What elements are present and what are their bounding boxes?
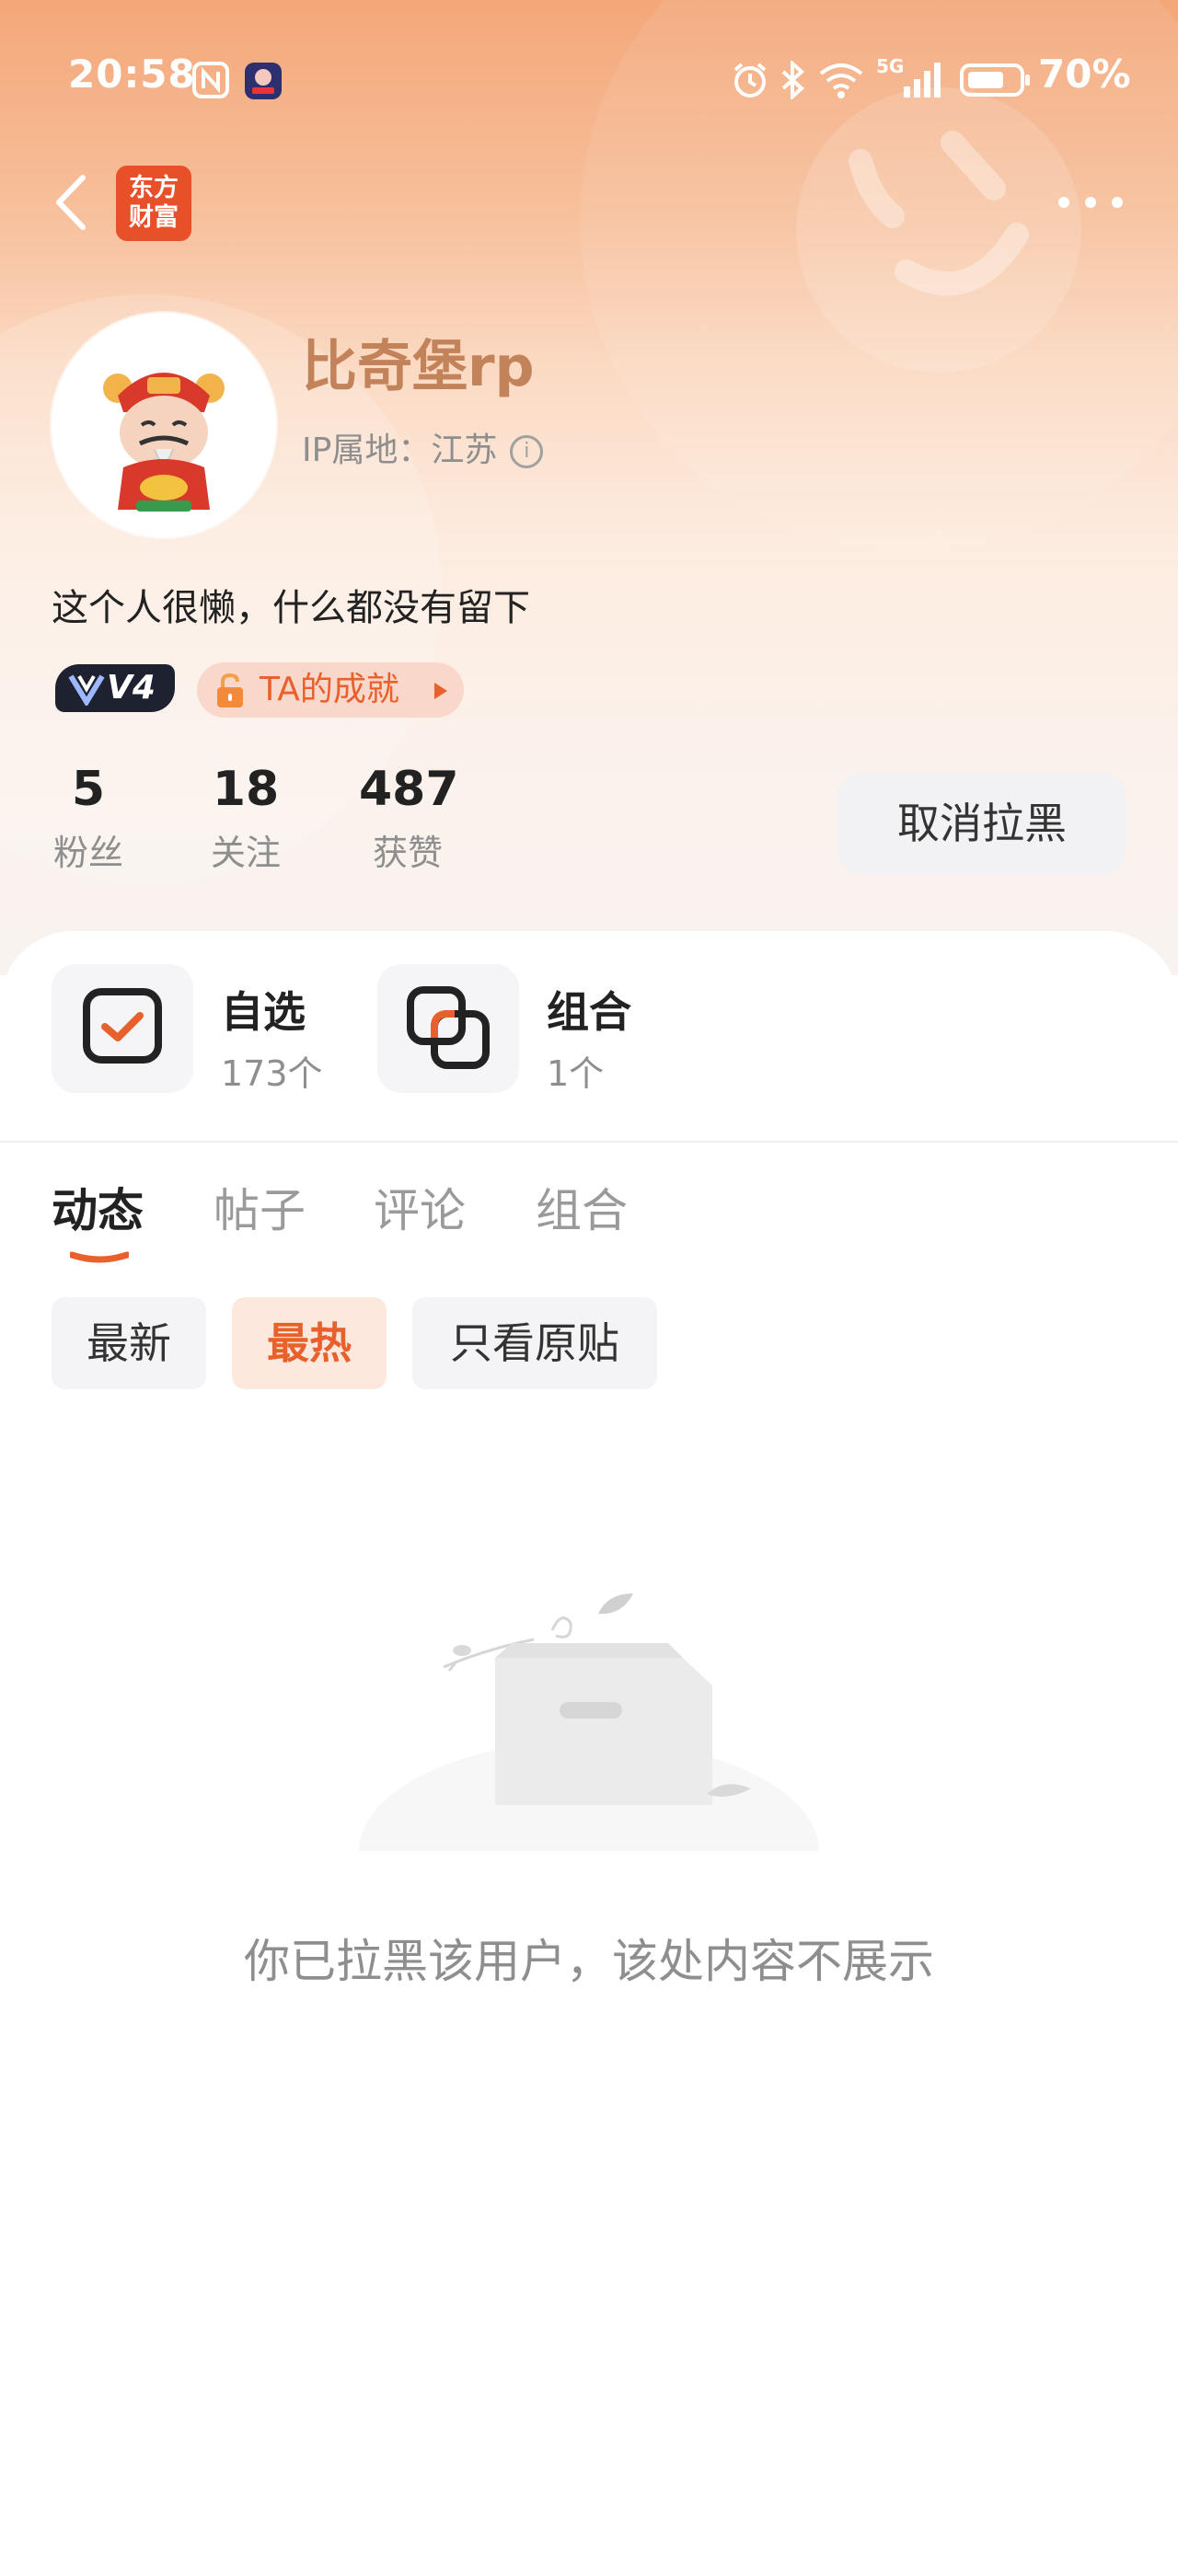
portfolio-title: 组合	[547, 987, 631, 1037]
bluetooth-icon	[779, 59, 806, 103]
blocked-content-message: 你已拉黑该用户，该处内容不展示	[244, 1935, 934, 1988]
portfolio-count: 1个	[547, 1053, 605, 1094]
ip-location: IP属地：江苏 i	[302, 423, 544, 471]
level-v-icon	[68, 672, 105, 719]
more-dots-icon	[1049, 197, 1132, 224]
watchlist-title: 自选	[221, 987, 306, 1037]
achievement-label: TA的成就	[260, 671, 399, 708]
stat-label: 关注	[210, 833, 281, 873]
filter-original-only[interactable]: 只看原贴	[412, 1297, 657, 1389]
watchlist-check-icon	[52, 964, 193, 1093]
chevron-left-icon	[46, 175, 101, 238]
divider	[0, 1141, 1178, 1143]
info-icon[interactable]: i	[510, 435, 544, 468]
stat-label: 获赞	[372, 833, 443, 873]
stat-label: 粉丝	[52, 833, 123, 873]
logo-text-line1: 东方	[129, 174, 179, 202]
watchlist-count: 173个	[221, 1053, 323, 1094]
tab-portfolio[interactable]: 组合	[536, 1174, 628, 1240]
signal-icon	[884, 61, 944, 103]
more-button[interactable]	[1049, 184, 1132, 221]
nfc-icon	[191, 61, 230, 103]
tab-activity[interactable]: 动态	[52, 1174, 144, 1240]
tab-comments[interactable]: 评论	[374, 1174, 466, 1240]
tab-posts[interactable]: 帖子	[214, 1174, 306, 1240]
username: 比奇堡rp	[302, 335, 535, 399]
user-bio: 这个人很懒，什么都没有留下	[52, 587, 530, 629]
portfolio-entry[interactable]: 组合 1个	[377, 964, 672, 1094]
caishen-avatar-icon	[103, 373, 225, 512]
stat-value: 5	[71, 762, 106, 817]
logo-text-line2: 财富	[129, 203, 179, 232]
level-badge[interactable]: V4	[55, 664, 175, 712]
portfolio-stack-icon	[377, 964, 519, 1093]
battery-icon	[959, 61, 1033, 103]
play-arrow-icon	[434, 683, 447, 699]
app-logo: 东方 财富	[116, 166, 191, 241]
unblock-button[interactable]: 取消拉黑	[837, 773, 1126, 874]
stat-value: 18	[212, 762, 280, 817]
watchlist-entry[interactable]: 自选 173个	[52, 964, 346, 1094]
status-bar: 20:58 5G 70%	[0, 0, 1178, 156]
stat-followers[interactable]: 5 粉丝	[52, 762, 125, 875]
content-card: 自选 173个 组合 1个 动态 帖子 评论 组合 最新 最热 只看原贴 你已拉…	[0, 931, 1178, 2576]
stat-likes: 487 获赞	[359, 762, 459, 875]
lock-icon	[214, 672, 247, 727]
battery-percentage: 70%	[1038, 52, 1131, 97]
stat-following[interactable]: 18 关注	[204, 762, 287, 875]
app-notification-icon	[243, 61, 283, 105]
active-tab-indicator	[68, 1249, 131, 1264]
stat-value: 487	[359, 762, 459, 817]
empty-box-icon	[341, 1557, 837, 1961]
alarm-icon	[731, 61, 769, 103]
back-button[interactable]	[46, 170, 101, 235]
status-time: 20:58	[68, 52, 196, 97]
ip-location-text: IP属地：江苏	[302, 431, 498, 469]
filter-hottest[interactable]: 最热	[232, 1297, 387, 1389]
level-badge-text: V4	[107, 669, 156, 707]
wifi-icon	[817, 61, 865, 103]
achievement-button[interactable]: TA的成就	[197, 662, 464, 718]
avatar[interactable]	[52, 313, 276, 537]
filter-latest[interactable]: 最新	[52, 1297, 206, 1389]
